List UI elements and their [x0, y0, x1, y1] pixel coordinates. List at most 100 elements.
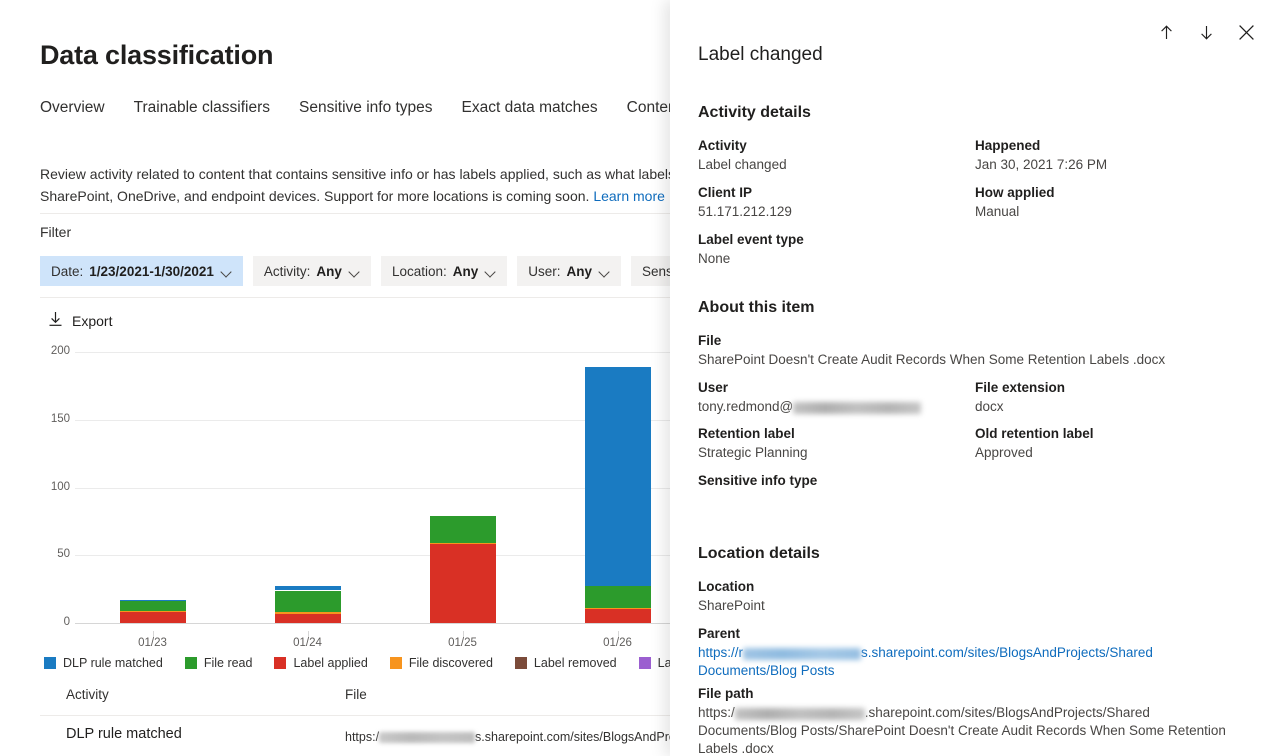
filter-pill-activity-value: Any: [316, 263, 342, 279]
chart-bar-01-25[interactable]: [429, 352, 496, 623]
legend-item[interactable]: File read: [184, 656, 253, 670]
field-user-label: User: [698, 380, 729, 395]
legend-swatch: [184, 657, 197, 669]
chart-bar-segment[interactable]: [584, 586, 651, 609]
close-icon: [1238, 24, 1254, 40]
legend-label: Label removed: [533, 656, 617, 670]
chart-stacked-bar[interactable]: [584, 366, 651, 623]
chart-bar-segment[interactable]: [119, 610, 186, 613]
chart-bar-segment[interactable]: [119, 601, 186, 611]
chart-bar-01-24[interactable]: [274, 352, 341, 623]
chart-bar-segment[interactable]: [584, 609, 651, 623]
close-panel-button[interactable]: [1230, 16, 1262, 48]
tab-trainable-classifiers[interactable]: Trainable classifiers: [134, 99, 270, 123]
chart-y-axis: 0 50 100 150 200: [40, 345, 70, 628]
panel-title: Label changed: [698, 44, 823, 65]
field-file-path-prefix: https:/: [698, 705, 735, 720]
filter-pill-user[interactable]: User: Any: [517, 256, 622, 286]
field-old-retention-label-value: Approved: [975, 445, 1033, 460]
filter-pill-date-key: Date:: [51, 263, 84, 279]
field-sensitive-info-type: Sensitive info type: [698, 472, 998, 491]
field-file-extension: File extension docx: [975, 379, 1245, 416]
intro-line-1: Review activity related to content that …: [40, 166, 700, 182]
export-button[interactable]: Export: [44, 308, 116, 333]
field-label-event-type-value: None: [698, 251, 731, 266]
app-root: Data classification Overview Trainable c…: [0, 0, 1280, 756]
field-happened-value: Jan 30, 2021 7:26 PM: [975, 157, 1108, 172]
field-file-path: File path https:/.sharepoint.com/sites/B…: [698, 685, 1248, 756]
chart-bar-segment[interactable]: [274, 586, 341, 591]
chart-bar-segment[interactable]: [584, 366, 651, 587]
tab-overview[interactable]: Overview: [40, 99, 105, 123]
field-retention-label-label: Retention label: [698, 426, 795, 441]
chevron-down-icon: [485, 268, 496, 275]
filter-pill-activity[interactable]: Activity: Any: [252, 256, 371, 286]
chevron-down-icon: [599, 268, 610, 275]
field-file-path-label: File path: [698, 686, 754, 701]
field-parent-value[interactable]: https://r s.sharepoint.com/sites/BlogsAnd…: [698, 644, 1168, 680]
arrow-down-icon: [1200, 25, 1212, 40]
filter-pill-activity-key: Activity:: [263, 263, 311, 279]
section-activity-details: Activity details: [698, 104, 811, 121]
filter-pill-user-value: Any: [566, 263, 593, 279]
chart-bar-segment[interactable]: [429, 544, 496, 623]
field-file-path-value: https:/.sharepoint.com/sites/BlogsAndPro…: [698, 704, 1248, 756]
tab-strip: Overview Trainable classifiers Sensitive…: [40, 99, 700, 123]
filter-pill-location[interactable]: Location: Any: [380, 256, 508, 286]
legend-item[interactable]: DLP rule matched: [44, 656, 163, 670]
learn-more-link[interactable]: Learn more: [593, 188, 665, 204]
chart-stacked-bar[interactable]: [274, 586, 341, 623]
chart-gridline: [75, 623, 695, 624]
field-client-ip: Client IP 51.171.212.129: [698, 184, 948, 221]
chart-x-tick-label: 01/23: [138, 637, 167, 649]
chart-bar-segment[interactable]: [274, 612, 341, 614]
chart-stacked-bar[interactable]: [119, 599, 186, 623]
table-row[interactable]: DLP rule matched https:/ s.sharepoint.com…: [40, 726, 700, 756]
filter-pill-date[interactable]: Date: 1/23/2021-1/30/2021: [40, 256, 243, 286]
download-icon: [48, 311, 63, 330]
filter-pill-date-value: 1/23/2021-1/30/2021: [89, 263, 214, 279]
column-header-file[interactable]: File: [345, 687, 367, 702]
export-button-label: Export: [72, 312, 113, 329]
chart-y-tick-label: 100: [50, 480, 70, 493]
legend-item[interactable]: File discovered: [389, 656, 493, 670]
intro-description: Review activity related to content that …: [40, 163, 700, 207]
chart-bar-segment[interactable]: [274, 613, 341, 623]
column-header-activity[interactable]: Activity: [66, 687, 109, 702]
tab-sensitive-info-types[interactable]: Sensitive info types: [299, 99, 433, 123]
field-location-label: Location: [698, 579, 755, 594]
tab-exact-data-matches[interactable]: Exact data matches: [462, 99, 598, 123]
chart-bar-segment[interactable]: [429, 515, 496, 544]
chart-bar-segment[interactable]: [119, 599, 186, 602]
chart-bar-segment[interactable]: [429, 543, 496, 545]
legend-swatch: [638, 657, 651, 669]
legend-swatch: [44, 657, 56, 669]
chart-y-tick-label: 0: [63, 616, 70, 628]
legend-item[interactable]: Label removed: [514, 656, 617, 670]
chart-bar-01-26[interactable]: [584, 352, 651, 623]
field-happened: Happened Jan 30, 2021 7:26 PM: [975, 137, 1255, 174]
field-file-value: SharePoint Doesn't Create Audit Records …: [698, 352, 1166, 367]
panel-action-buttons: [1150, 16, 1262, 48]
chart-bar-segment[interactable]: [119, 612, 186, 623]
legend-swatch: [274, 657, 287, 669]
next-item-button[interactable]: [1190, 16, 1222, 48]
section-about-this-item: About this item: [698, 299, 815, 316]
field-client-ip-value: 51.171.212.129: [698, 204, 792, 219]
field-sensitive-info-type-label: Sensitive info type: [698, 473, 818, 488]
field-file-extension-value: docx: [975, 399, 1004, 414]
legend-swatch: [514, 657, 527, 669]
previous-item-button[interactable]: [1150, 16, 1182, 48]
field-parent: Parent https://r s.sharepoint.com/sites/B…: [698, 625, 1168, 680]
chart-y-tick-label: 200: [50, 345, 70, 357]
legend-label: File read: [203, 656, 253, 670]
field-user-value-prefix: tony.redmond@: [698, 399, 794, 414]
section-location-details: Location details: [698, 545, 820, 562]
chart-bar-segment[interactable]: [584, 608, 651, 610]
chart-bar-segment[interactable]: [274, 590, 341, 613]
legend-item[interactable]: Label applied: [274, 656, 368, 670]
chart-stacked-bar[interactable]: [429, 515, 496, 623]
field-parent-value-prefix: https://r: [698, 645, 744, 660]
field-label-event-type: Label event type None: [698, 231, 958, 268]
chart-bar-01-23[interactable]: [119, 352, 186, 623]
